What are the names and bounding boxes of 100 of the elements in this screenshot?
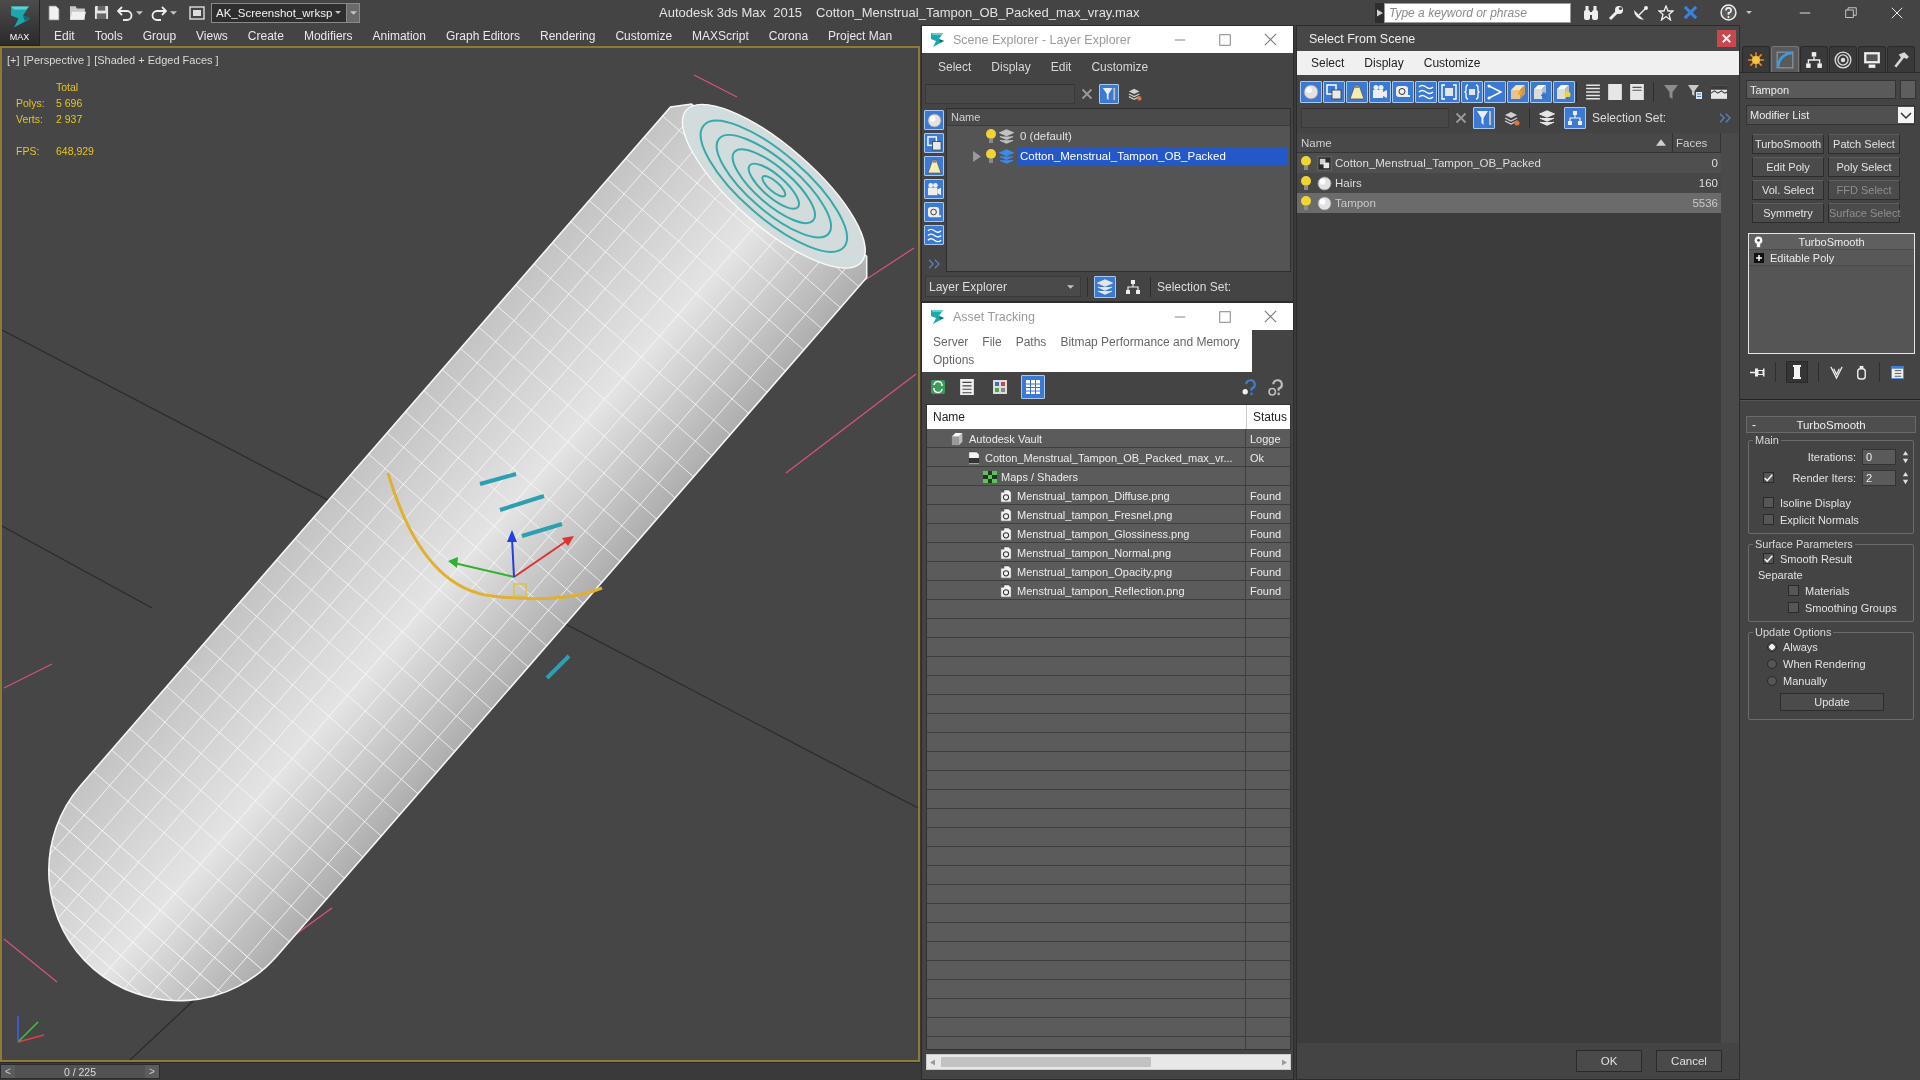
save-icon[interactable] [94,5,109,20]
filter-toggle-button[interactable] [1392,80,1414,103]
dialog-button[interactable]: OK [1576,1050,1642,1072]
modifier-button[interactable]: Edit Poly [1752,157,1824,177]
project-folder-icon[interactable] [189,5,205,20]
horizontal-scrollbar[interactable] [926,1054,1291,1070]
menu-item[interactable]: Edit [1040,60,1082,74]
modifier-button[interactable]: TurboSmooth [1752,134,1824,154]
modifier-list-dropdown[interactable]: Modifier List [1746,105,1915,125]
expand-arrow-icon[interactable] [973,150,981,162]
maximize-icon[interactable] [1219,310,1231,323]
layers-icon[interactable] [1539,110,1555,126]
clear-icon[interactable] [1455,112,1467,124]
bulb-icon[interactable] [986,129,996,143]
filter-toggle-button[interactable] [1346,80,1368,103]
radio-button[interactable] [1767,675,1777,686]
modifier-button[interactable]: Patch Select [1828,134,1900,154]
column-header[interactable]: Name [947,109,1290,126]
radio-button[interactable] [1767,641,1777,652]
checkbox[interactable] [1763,472,1774,483]
bulb-icon[interactable] [1301,156,1311,170]
x-logo-icon[interactable] [1683,5,1698,20]
close-icon[interactable] [1264,33,1277,46]
open-folder-icon[interactable] [70,5,86,20]
checkbox[interactable] [1763,497,1774,508]
menu-item[interactable]: Bitmap Performance and Memory [1053,333,1247,351]
object-row[interactable]: Cotton_Menstrual_Tampon_OB_Packed 0 [1297,153,1721,173]
maximize-icon[interactable] [1219,33,1231,46]
caret-icon[interactable] [1746,11,1752,14]
filter-toggle-button[interactable] [1507,80,1529,103]
layer-name[interactable]: 0 (default) [1017,127,1288,145]
radio-button[interactable] [1767,658,1777,669]
spinner-field[interactable]: 2 [1862,469,1896,486]
layers-star-icon[interactable] [1504,110,1520,126]
wrench-icon[interactable] [1608,4,1624,21]
plus-box-icon[interactable] [1754,252,1764,263]
lightbulb-icon[interactable] [1754,235,1763,248]
filter-toggle-button[interactable] [924,133,944,153]
modifier-button[interactable]: Symmetry [1752,203,1824,223]
checkbox[interactable] [1763,514,1774,525]
spinner-field[interactable]: 0 [1862,448,1896,465]
viewport-menu-label[interactable]: [Shaded + Edged Faces ] [94,53,219,66]
command-panel-tab[interactable] [1829,46,1857,72]
object-name-field[interactable]: Tampon [1746,80,1896,99]
menu-item[interactable]: Customize [605,28,683,43]
refresh-icon[interactable] [930,379,946,395]
command-panel-tab[interactable] [1887,46,1915,72]
menu-item[interactable]: Select [1301,56,1355,70]
dropdown-button[interactable] [347,2,360,23]
list-view-icon[interactable] [959,379,975,395]
filter-toggle-button[interactable] [1461,80,1483,103]
close-icon[interactable] [1264,310,1277,323]
header-page-icon[interactable] [1630,83,1644,100]
layer-name[interactable]: Cotton_Menstrual_Tampon_OB_Packed [1017,147,1288,165]
modifier-button[interactable]: Vol. Select [1752,180,1824,200]
filter-toggle-button[interactable] [1300,80,1322,103]
menu-item[interactable]: Edit [44,28,85,43]
column-header[interactable]: Name [1297,133,1673,152]
viewport-menu-label[interactable]: [+] [7,53,20,66]
dialog-button[interactable]: Cancel [1656,1050,1722,1072]
spinner-arrows-icon[interactable] [1902,449,1909,464]
filter-toggle-button[interactable] [924,110,944,130]
help-icon[interactable] [1720,4,1737,21]
menu-item[interactable]: Paths [1008,333,1054,351]
filter-toggle-button[interactable] [1323,80,1345,103]
menu-item[interactable]: Display [981,60,1041,74]
update-button[interactable]: Update [1780,693,1884,711]
window-grid-icon[interactable] [1890,364,1905,380]
menu-item[interactable]: Create [237,28,294,43]
filter-toggle-button[interactable] [924,202,944,222]
command-panel-tab[interactable] [1800,46,1828,72]
binoculars-icon[interactable] [1583,4,1599,21]
app-menu-button[interactable]: MAX [0,0,40,46]
fork-icon[interactable] [1829,364,1844,380]
viewport-menu-label[interactable]: [Perspective ] [23,53,91,66]
modifier-stack-item[interactable]: TurboSmooth [1749,234,1914,250]
close-button[interactable] [1717,30,1736,47]
modifier-stack-item[interactable]: Editable Poly [1749,250,1914,266]
menu-item[interactable]: Server [926,333,976,351]
funnel-list-icon[interactable] [1687,83,1703,100]
modifier-button[interactable]: Poly Select [1828,157,1900,177]
double-chevron-icon[interactable] [1719,113,1731,123]
filter-toggle-button[interactable] [924,156,944,176]
menu-item[interactable]: Graph Editors [435,28,530,43]
checkbox[interactable] [1788,602,1799,613]
text-lines-icon[interactable] [1586,83,1600,100]
column-header[interactable]: Faces [1673,133,1721,152]
checkbox[interactable] [1788,585,1799,596]
menu-item[interactable]: File [975,333,1009,351]
checkbox[interactable] [1763,553,1774,564]
caret-icon[interactable] [170,10,177,15]
caret-icon[interactable] [136,10,143,15]
blank-page-icon[interactable] [1608,83,1622,100]
menu-item[interactable]: Customize [1413,56,1491,70]
striped-panel-icon[interactable] [1711,84,1727,99]
hierarchy-icon[interactable] [1125,278,1141,295]
star-icon[interactable] [1658,4,1674,21]
filter-toggle-button[interactable] [1369,80,1391,103]
toggle-button[interactable] [1786,361,1808,383]
previous-frame-button[interactable]: < [1,1065,15,1078]
